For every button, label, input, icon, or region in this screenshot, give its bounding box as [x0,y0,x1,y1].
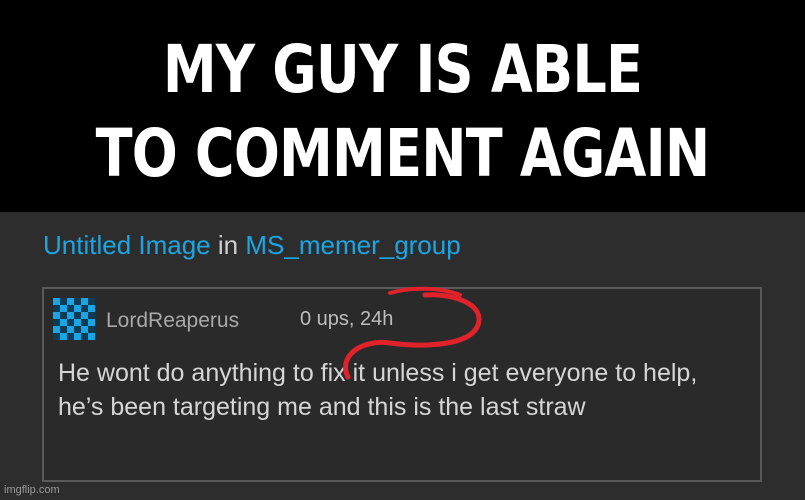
comment-screenshot: Untitled Image in MS_memer_group LordRea… [0,212,805,500]
comment-card: LordReaperus 0 ups, 24h He wont do anyth… [42,287,762,482]
username-link[interactable]: LordReaperus [106,309,239,333]
stream-link[interactable]: MS_memer_group [245,230,460,260]
comment-meta: 0 ups, 24h [300,308,394,330]
post-header: Untitled Image in MS_memer_group [43,230,461,261]
comment-text: He wont do anything to fix it unless i g… [58,359,698,421]
checkered-avatar-icon[interactable] [53,298,95,340]
in-label: in [217,230,239,260]
meme-caption-band: MY GUY IS ABLE TO COMMENT AGAIN [0,0,805,212]
image-title-link[interactable]: Untitled Image [43,230,211,260]
imgflip-watermark: imgflip.com [4,484,60,496]
caption-line-2: TO COMMENT AGAIN [95,115,711,192]
caption-line-1: MY GUY IS ABLE [162,31,643,108]
